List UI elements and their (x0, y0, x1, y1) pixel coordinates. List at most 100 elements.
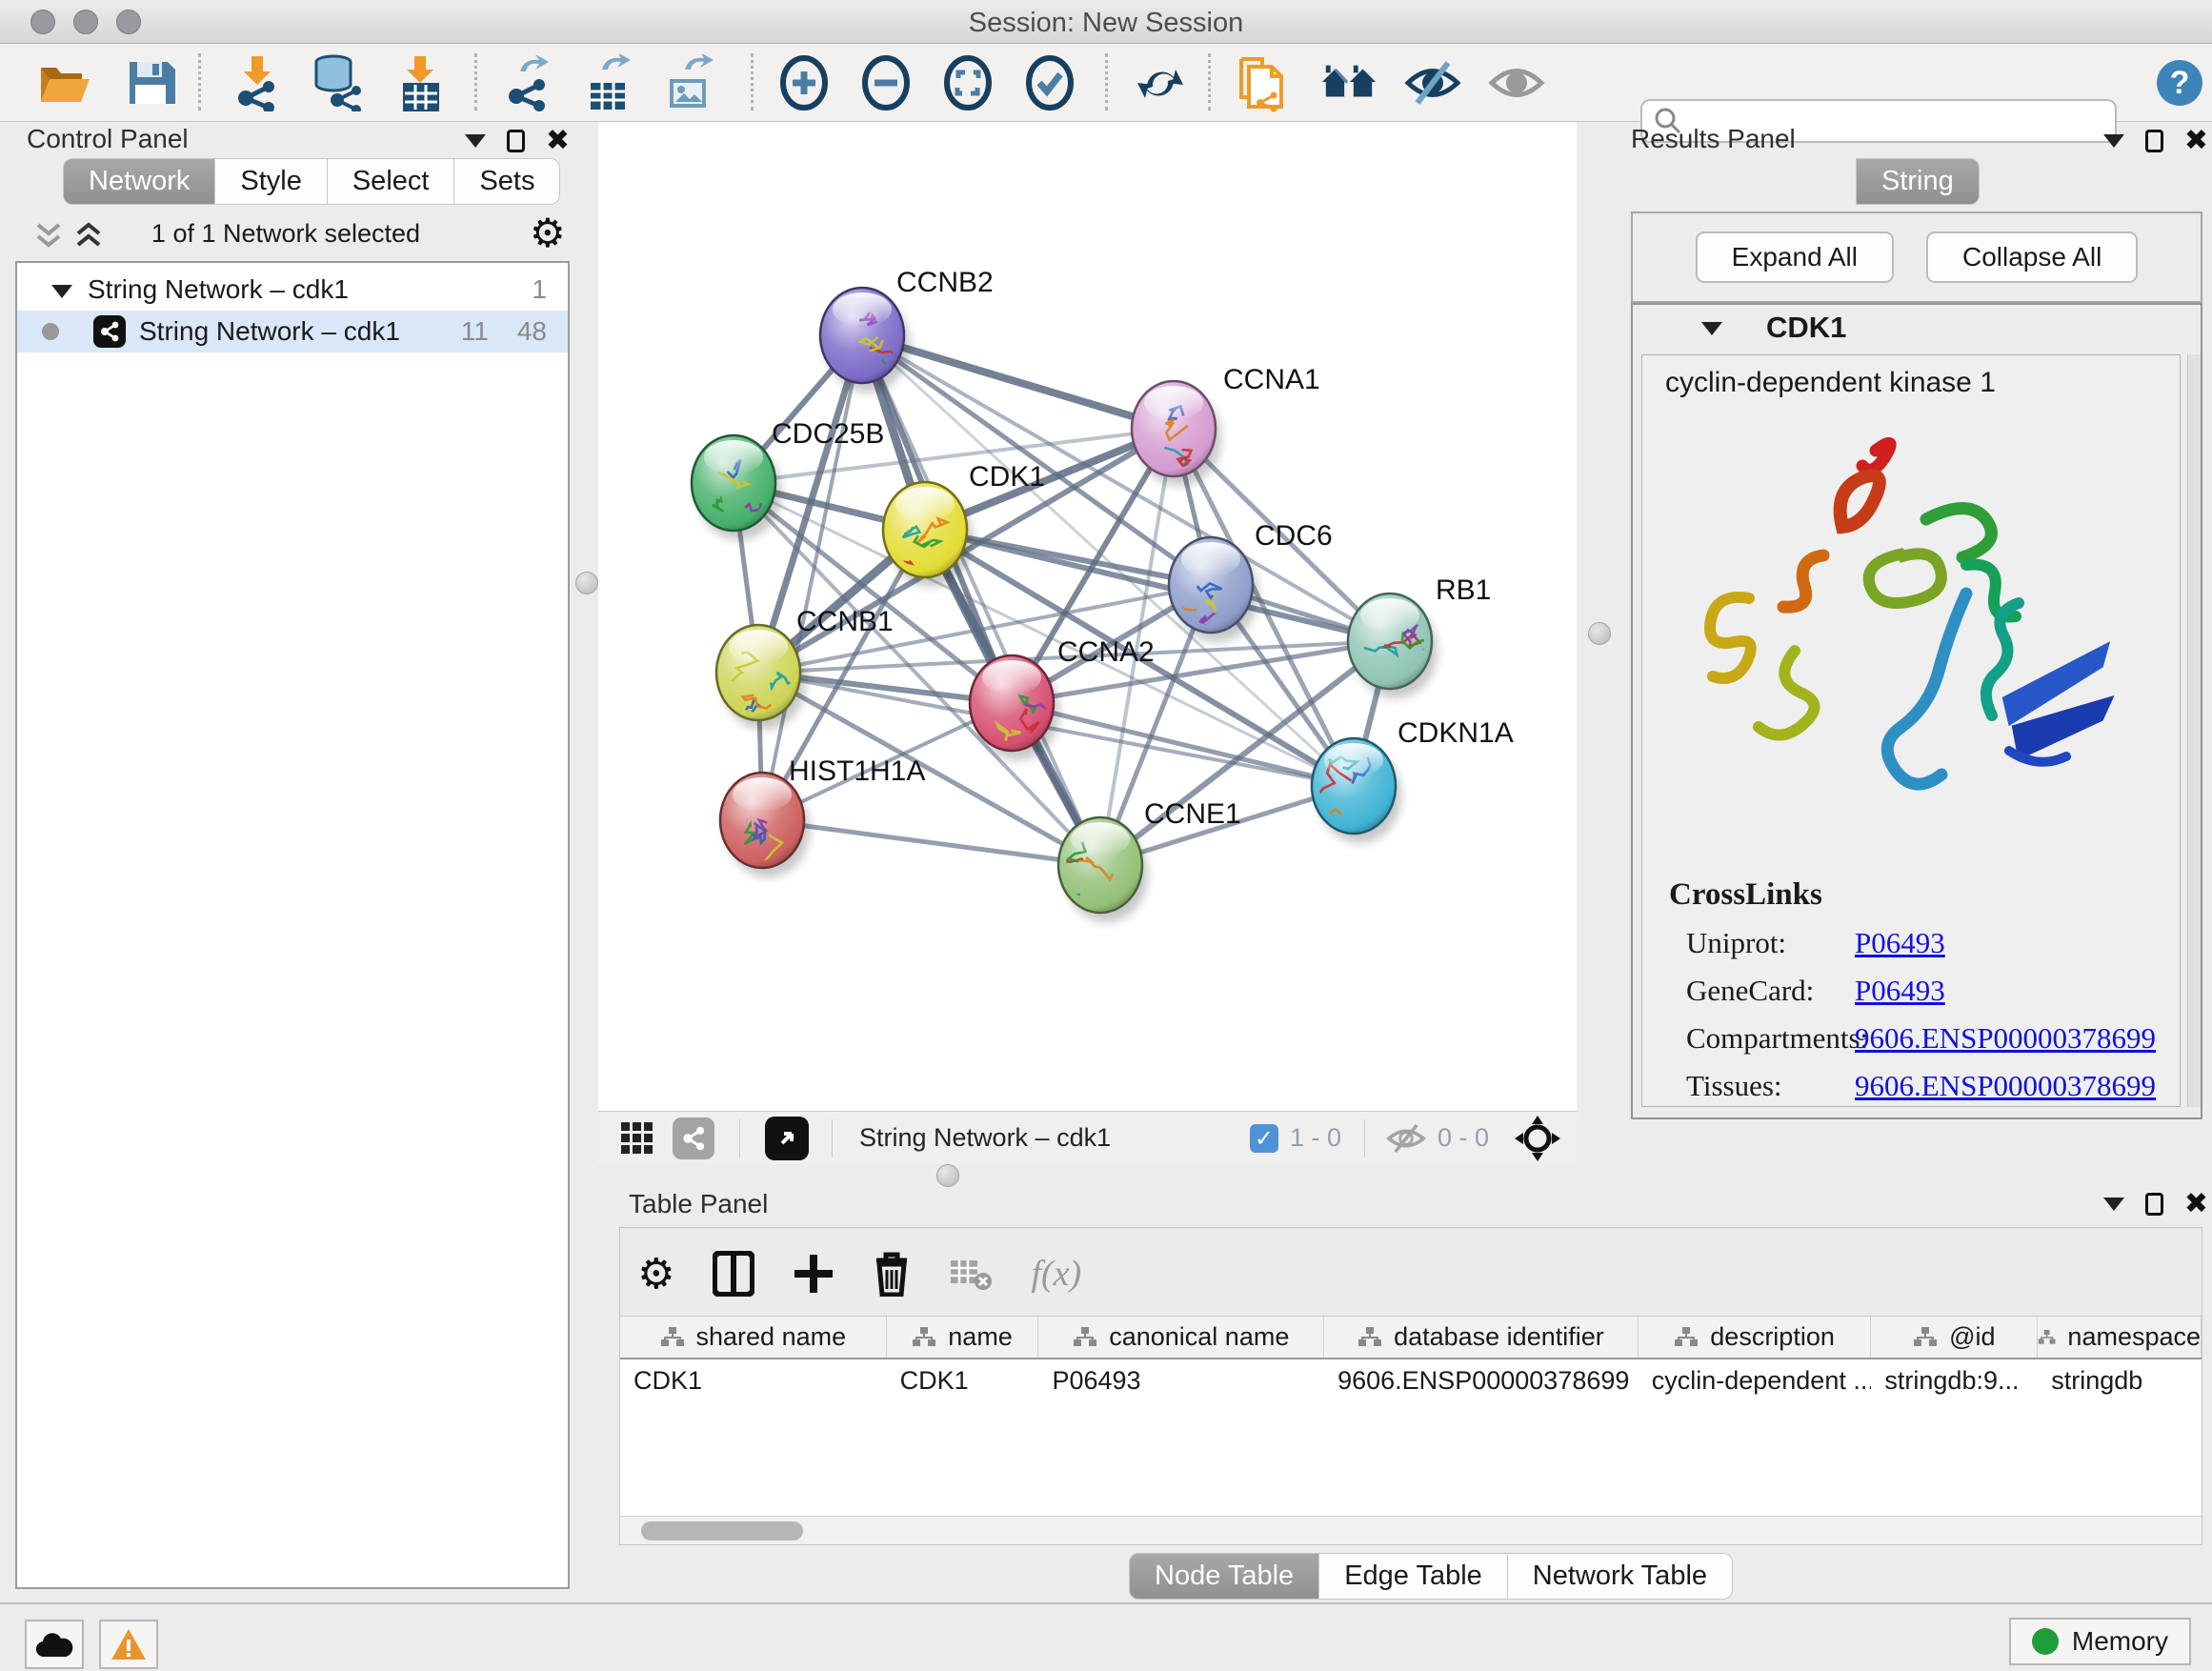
results-panel-close-icon[interactable]: ✖ (2184, 130, 2208, 152)
table-options-gear-icon[interactable]: ⚙ (637, 1250, 674, 1299)
add-column-icon[interactable] (793, 1253, 835, 1295)
results-panel-float-icon[interactable] (2145, 130, 2163, 152)
column-header-name[interactable]: name (887, 1317, 1039, 1358)
expand-all-button[interactable]: Expand All (1696, 232, 1894, 283)
zoom-in-icon[interactable] (775, 55, 833, 111)
warnings-button[interactable] (99, 1620, 158, 1669)
table-cell[interactable]: CDK1 (620, 1359, 887, 1403)
network-current-dot-icon (42, 323, 59, 340)
zoom-fit-icon[interactable] (939, 55, 996, 111)
open-session-icon[interactable] (36, 55, 93, 111)
table-cell[interactable]: stringdb:9... (1871, 1359, 2038, 1403)
crosslink-label: Compartments: (1669, 1021, 1855, 1056)
network-row[interactable]: String Network – cdk1 11 48 (17, 311, 568, 352)
selected-nodes-checkbox[interactable]: ✓ (1250, 1124, 1278, 1153)
tab-string[interactable]: String (1856, 158, 1980, 205)
network-view-share-icon[interactable] (673, 1117, 714, 1159)
tab-style[interactable]: Style (215, 158, 327, 205)
enable-glass-icon[interactable] (1404, 55, 1461, 111)
network-canvas[interactable]: CCNB2CCNA1CDC25BCDK1CDC6RB1CCNB1CCNA2CDK… (598, 122, 1577, 1111)
control-panel-title: Control Panel (27, 124, 189, 154)
table-cell[interactable]: P06493 (1038, 1359, 1324, 1403)
entry-collapse-icon[interactable] (1701, 322, 1722, 335)
bottom-splitter-handle[interactable] (936, 1164, 959, 1187)
results-panel-menu-icon[interactable] (2103, 134, 2124, 148)
show-columns-icon[interactable] (713, 1251, 754, 1297)
column-header-shared-name[interactable]: shared name (620, 1317, 887, 1358)
node-label-CDC6: CDC6 (1255, 520, 1333, 552)
network-options-gear-icon[interactable]: ⚙ (530, 210, 566, 256)
hidden-nodes-icon[interactable] (1386, 1122, 1426, 1155)
table-panel-float-icon[interactable] (2145, 1193, 2163, 1216)
collapse-all-button[interactable]: Collapse All (1926, 232, 2138, 283)
table-cell[interactable]: cyclin-dependent ... (1639, 1359, 1872, 1403)
birds-eye-view-icon[interactable] (765, 1117, 809, 1160)
results-scrollbar[interactable] (2187, 354, 2201, 1107)
cloud-status-button[interactable] (25, 1620, 84, 1669)
crosslink-link[interactable]: 9606.ENSP00000378699 (1855, 1021, 2156, 1056)
network-node-RB1[interactable]: RB1 (1348, 574, 1491, 698)
zoom-selected-icon[interactable] (1021, 55, 1078, 111)
collection-expand-icon[interactable] (51, 274, 72, 305)
help-icon[interactable]: ? (2151, 55, 2208, 111)
table-cell[interactable]: stringdb (2038, 1359, 2202, 1403)
string-home-icon[interactable] (1320, 55, 1377, 111)
import-table-icon[interactable] (392, 55, 449, 111)
import-network-file-icon[interactable] (227, 55, 284, 111)
tab-network-table[interactable]: Network Table (1508, 1553, 1733, 1600)
table-panel-close-icon[interactable]: ✖ (2184, 1193, 2208, 1216)
control-panel-menu-icon[interactable] (465, 134, 486, 148)
disable-glass-icon[interactable] (1488, 55, 1545, 111)
table-cell[interactable]: 9606.ENSP00000378699 (1324, 1359, 1639, 1403)
crosslink-link[interactable]: 9606.ENSP00000378699 (1855, 1069, 2156, 1103)
string-import-icon[interactable] (1233, 55, 1290, 111)
column-header-namespace[interactable]: namespace (2038, 1317, 2202, 1358)
column-header-canonical-name[interactable]: canonical name (1038, 1317, 1324, 1358)
control-panel-close-icon[interactable]: ✖ (546, 130, 570, 152)
results-panel-title: Results Panel (1631, 124, 1796, 154)
table-horizontal-scrollbar[interactable] (620, 1516, 2202, 1544)
left-splitter-handle[interactable] (575, 572, 598, 594)
status-bar: Memory (0, 1602, 2212, 1671)
control-panel-float-icon[interactable] (507, 130, 525, 152)
grid-view-icon[interactable] (619, 1120, 655, 1157)
export-table-icon[interactable] (579, 55, 636, 111)
crosslink-row: Tissues:9606.ENSP00000378699 (1669, 1069, 2164, 1103)
network-node-HIST1H1A[interactable]: HIST1H1A (720, 755, 925, 877)
network-edge (762, 820, 1100, 865)
main-toolbar: ? (0, 44, 2212, 122)
toolbar-separator (198, 53, 201, 111)
column-header-database-identifier[interactable]: database identifier (1324, 1317, 1639, 1358)
tab-network[interactable]: Network (63, 158, 215, 205)
crosslink-link[interactable]: P06493 (1855, 926, 1945, 960)
table-panel-menu-icon[interactable] (2103, 1198, 2124, 1211)
table-data-row[interactable]: CDK1CDK1P064939606.ENSP00000378699cyclin… (620, 1359, 2202, 1403)
node-label-CDC25B: CDC25B (772, 418, 884, 450)
export-network-icon[interactable] (497, 55, 554, 111)
import-network-database-icon[interactable] (308, 55, 365, 111)
first-neighbors-icon[interactable] (1132, 55, 1189, 111)
tab-edge-table[interactable]: Edge Table (1319, 1553, 1508, 1600)
fit-selected-crosshair-icon[interactable] (1514, 1115, 1561, 1162)
column-header-description[interactable]: description (1639, 1317, 1872, 1358)
tab-node-table[interactable]: Node Table (1129, 1553, 1319, 1600)
zoom-out-icon[interactable] (857, 55, 915, 111)
network-node-CCNA1[interactable]: CCNA1 (1132, 364, 1320, 486)
network-node-CDKN1A[interactable]: CDKN1A (1310, 717, 1514, 844)
hidden-count: 0 - 0 (1438, 1123, 1489, 1153)
memory-button[interactable]: Memory (2009, 1618, 2191, 1665)
table-tabs: Node TableEdge TableNetwork Table (1129, 1553, 1733, 1600)
delete-column-icon[interactable] (873, 1251, 911, 1297)
table-cell[interactable]: CDK1 (887, 1359, 1039, 1403)
scrollbar-thumb[interactable] (641, 1521, 803, 1540)
tab-select[interactable]: Select (328, 158, 455, 205)
save-session-icon[interactable] (122, 55, 179, 111)
tab-sets[interactable]: Sets (454, 158, 560, 205)
results-entry-header[interactable]: CDK1 (1633, 305, 2201, 352)
crosslink-link[interactable]: P06493 (1855, 974, 1945, 1008)
right-splitter-handle[interactable] (1588, 622, 1611, 645)
network-collection-row[interactable]: String Network – cdk1 1 (17, 269, 568, 311)
column-header-@id[interactable]: @id (1871, 1317, 2038, 1358)
export-image-icon[interactable] (661, 55, 718, 111)
network-node-CDC25B[interactable]: CDC25B (692, 418, 884, 540)
